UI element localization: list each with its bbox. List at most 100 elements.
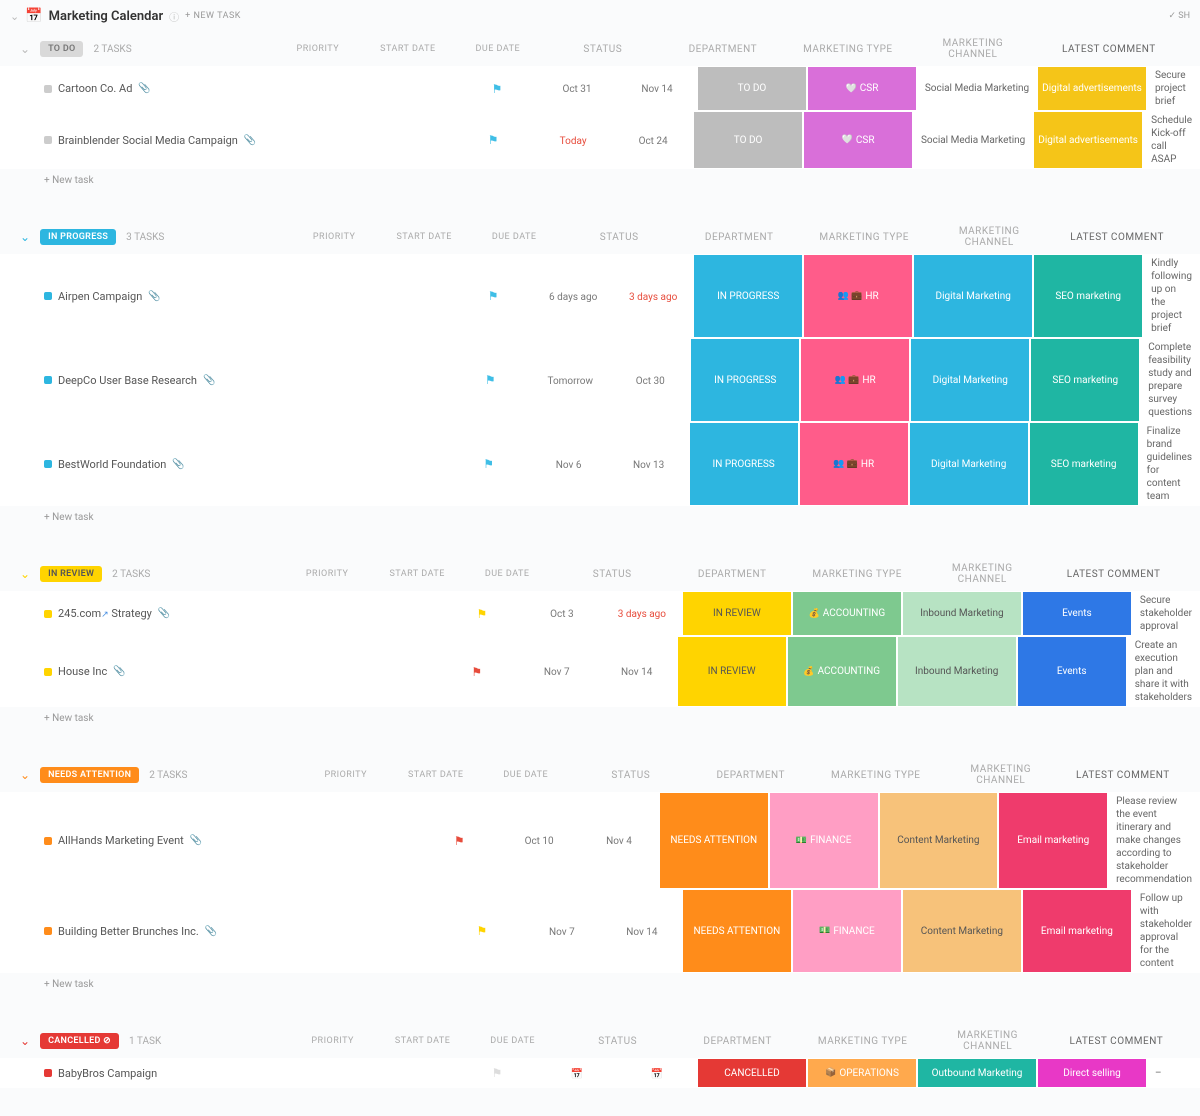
group-badge[interactable]: NEEDS ATTENTION — [40, 767, 139, 783]
col-mchan[interactable]: MARKETING CHANNEL — [927, 563, 1037, 585]
col-mtype[interactable]: MARKETING TYPE — [804, 226, 924, 248]
marketing-type-cell[interactable]: Inbound Marketing — [897, 636, 1017, 707]
due-date[interactable]: Oct 24 — [613, 134, 693, 147]
collapse-icon[interactable]: ⌄ — [20, 567, 30, 581]
start-date[interactable]: Nov 7 — [517, 665, 597, 678]
col-comment[interactable]: LATEST COMMENT — [1054, 228, 1180, 247]
task-name[interactable]: AllHands Marketing Event — [58, 834, 184, 847]
status-cell[interactable]: IN PROGRESS — [690, 338, 800, 422]
task-row[interactable]: Airpen Campaign 📎 ⚑ 6 days ago 3 days ag… — [0, 254, 1200, 338]
status-square[interactable] — [44, 292, 52, 300]
due-date[interactable]: Nov 13 — [609, 458, 689, 471]
col-priority[interactable]: PRIORITY — [294, 232, 374, 242]
attachment-icon[interactable]: 📎 — [244, 135, 256, 146]
marketing-type-cell[interactable]: Content Marketing — [879, 792, 999, 889]
collapse-icon[interactable]: ⌄ — [20, 230, 30, 244]
comment-cell[interactable]: Finalize brand guidelines for content te… — [1139, 422, 1200, 506]
task-name[interactable]: BabyBros Campaign — [58, 1067, 157, 1080]
status-cell[interactable]: CANCELLED — [697, 1058, 807, 1088]
col-dept[interactable]: DEPARTMENT — [668, 38, 778, 60]
col-due[interactable]: DUE DATE — [474, 232, 554, 242]
due-date[interactable]: Nov 4 — [579, 834, 659, 847]
attachment-icon[interactable]: 📎 — [205, 926, 217, 937]
attachment-icon[interactable]: 📎 — [148, 291, 160, 302]
new-task-row[interactable]: + New task — [0, 707, 1200, 730]
col-start[interactable]: START DATE — [368, 44, 448, 54]
priority-flag[interactable]: ⚑ — [419, 834, 499, 848]
col-priority[interactable]: PRIORITY — [306, 770, 386, 780]
col-start[interactable]: START DATE — [396, 770, 476, 780]
new-task-row[interactable]: + New task — [0, 506, 1200, 529]
attachment-icon[interactable]: 📎 — [172, 459, 184, 470]
collapse-icon[interactable]: ⌄ — [10, 10, 19, 23]
due-date[interactable]: Nov 14 — [602, 925, 682, 938]
priority-flag[interactable]: ⚑ — [450, 373, 530, 387]
marketing-channel-cell[interactable]: Digital advertisements — [1037, 66, 1147, 111]
status-square[interactable] — [44, 136, 52, 144]
task-row[interactable]: Cartoon Co. Ad 📎 ⚑ Oct 31 Nov 14 TO DO 🤍… — [0, 66, 1200, 111]
task-name[interactable]: Building Better Brunches Inc. — [58, 925, 199, 938]
col-priority[interactable]: PRIORITY — [278, 44, 358, 54]
priority-flag[interactable]: ⚑ — [453, 133, 533, 147]
group-badge[interactable]: IN PROGRESS — [40, 229, 116, 245]
col-priority[interactable]: PRIORITY — [287, 569, 367, 579]
comment-cell[interactable]: Schedule Kick-off call ASAP — [1143, 111, 1200, 169]
due-date[interactable]: Nov 14 — [617, 82, 697, 95]
group-badge[interactable]: IN REVIEW — [40, 566, 102, 582]
status-cell[interactable]: IN PROGRESS — [693, 254, 803, 338]
task-row[interactable]: BabyBros Campaign ⚑ 📅 📅 CANCELLED 📦OPERA… — [0, 1058, 1200, 1088]
marketing-channel-cell[interactable]: SEO marketing — [1030, 338, 1140, 422]
info-icon[interactable]: ⓘ — [169, 9, 179, 24]
marketing-type-cell[interactable]: Content Marketing — [902, 889, 1022, 973]
status-square[interactable] — [44, 85, 52, 93]
marketing-type-cell[interactable]: Digital Marketing — [913, 254, 1033, 338]
col-status[interactable]: STATUS — [576, 764, 686, 786]
task-name[interactable]: Airpen Campaign — [58, 290, 142, 303]
due-date[interactable]: 📅 — [617, 1067, 697, 1080]
col-comment[interactable]: LATEST COMMENT — [1047, 565, 1180, 584]
group-badge[interactable]: CANCELLED ⊘ — [40, 1033, 119, 1049]
start-date[interactable]: Nov 6 — [529, 458, 609, 471]
comment-cell[interactable]: – — [1147, 1064, 1200, 1083]
due-date[interactable]: Oct 30 — [610, 374, 690, 387]
department-cell[interactable]: 💵FINANCE — [792, 889, 902, 973]
marketing-channel-cell[interactable]: Email marketing — [998, 792, 1108, 889]
col-mtype[interactable]: MARKETING TYPE — [803, 1030, 923, 1052]
department-cell[interactable]: 👥 💼HR — [803, 254, 913, 338]
marketing-type-cell[interactable]: Digital Marketing — [909, 422, 1029, 506]
comment-cell[interactable]: Complete feasibility study and prepare s… — [1140, 338, 1200, 422]
status-square[interactable] — [44, 376, 52, 384]
col-due[interactable]: DUE DATE — [473, 1036, 553, 1046]
department-cell[interactable]: 📦OPERATIONS — [807, 1058, 917, 1088]
priority-flag[interactable]: ⚑ — [453, 289, 533, 303]
attachment-icon[interactable]: 📎 — [158, 608, 170, 619]
status-cell[interactable]: NEEDS ATTENTION — [682, 889, 792, 973]
task-row[interactable]: Building Better Brunches Inc. 📎 ⚑ Nov 7 … — [0, 889, 1200, 973]
department-cell[interactable]: 💰ACCOUNTING — [792, 591, 902, 636]
collapse-icon[interactable]: ⌄ — [20, 1034, 30, 1048]
marketing-channel-cell[interactable]: Events — [1017, 636, 1127, 707]
marketing-type-cell[interactable]: Digital Marketing — [910, 338, 1030, 422]
status-cell[interactable]: IN REVIEW — [677, 636, 787, 707]
priority-flag[interactable]: ⚑ — [457, 1066, 537, 1080]
start-date[interactable]: Oct 31 — [537, 82, 617, 95]
start-date[interactable]: Nov 7 — [522, 925, 602, 938]
priority-flag[interactable]: ⚑ — [449, 457, 529, 471]
task-row[interactable]: 245.com↗ Strategy 📎 ⚑ Oct 3 3 days ago I… — [0, 591, 1200, 636]
marketing-channel-cell[interactable]: Events — [1022, 591, 1132, 636]
col-priority[interactable]: PRIORITY — [293, 1036, 373, 1046]
task-name[interactable]: DeepCo User Base Research — [58, 374, 197, 387]
col-status[interactable]: STATUS — [564, 226, 674, 248]
due-date[interactable]: 3 days ago — [613, 290, 693, 303]
status-cell[interactable]: IN REVIEW — [682, 591, 792, 636]
attachment-icon[interactable]: 📎 — [138, 83, 150, 94]
marketing-type-cell[interactable]: Social Media Marketing — [917, 66, 1037, 111]
col-mchan[interactable]: MARKETING CHANNEL — [933, 1030, 1043, 1052]
department-cell[interactable]: 🤍CSR — [803, 111, 913, 169]
col-mchan[interactable]: MARKETING CHANNEL — [934, 226, 1044, 248]
task-name[interactable]: Cartoon Co. Ad — [58, 82, 132, 95]
marketing-channel-cell[interactable]: Digital advertisements — [1033, 111, 1143, 169]
col-status[interactable]: STATUS — [557, 563, 667, 585]
status-square[interactable] — [44, 1069, 52, 1077]
department-cell[interactable]: 👥 💼HR — [800, 338, 910, 422]
